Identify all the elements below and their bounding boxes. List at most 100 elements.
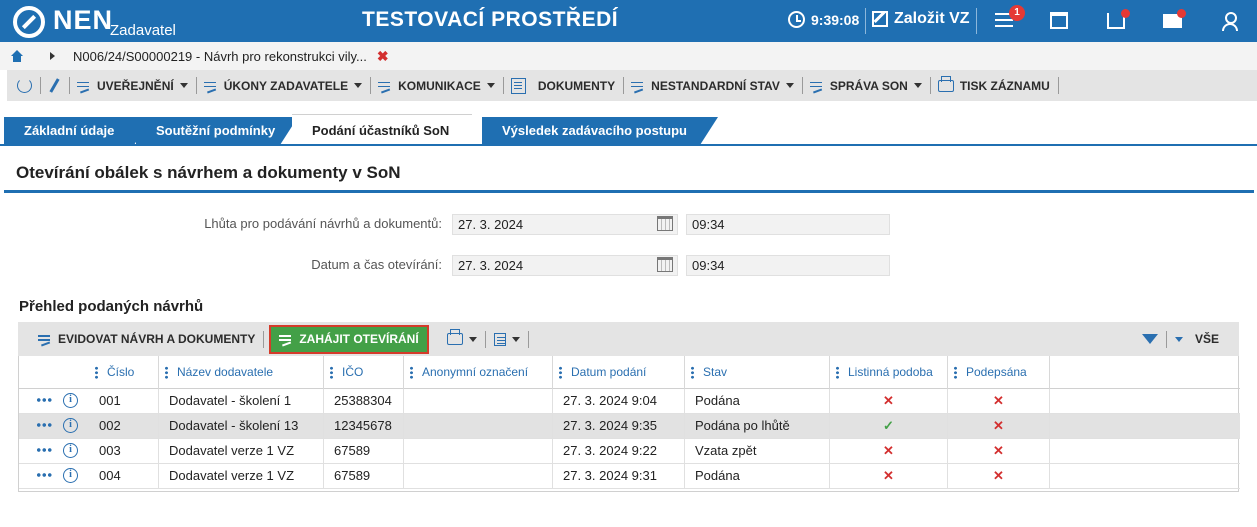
table-row[interactable]: i 001 Dodavatel - školení 1 25388304 27.…: [19, 389, 1240, 414]
info-icon[interactable]: i: [63, 418, 78, 433]
column-label: Stav: [703, 365, 728, 379]
cross-icon: ✕: [830, 464, 948, 488]
refresh-button[interactable]: [7, 70, 40, 101]
list-icon: [809, 80, 824, 92]
opening-label: Datum a čas otevírání:: [311, 257, 442, 272]
opening-date-field[interactable]: 27. 3. 2024: [452, 255, 678, 276]
tab-zakladni-udaje[interactable]: Základní údaje: [4, 117, 152, 145]
menu-tisk-zaznamu[interactable]: TISK ZÁZNAMU: [929, 70, 1058, 101]
table-row[interactable]: i 004 Dodavatel verze 1 VZ 67589 27. 3. …: [19, 464, 1240, 489]
table-row[interactable]: i 002 Dodavatel - školení 13 12345678 27…: [19, 414, 1240, 439]
column-menu-icon[interactable]: [410, 366, 413, 379]
cell-ico: 67589: [324, 464, 404, 488]
column-menu-icon[interactable]: [165, 366, 168, 379]
more-options-icon[interactable]: [36, 447, 52, 453]
column-header-cislo[interactable]: Číslo: [89, 356, 159, 389]
record-submission-button[interactable]: EVIDOVAT NÁVRH A DOKUMENTY: [18, 322, 263, 356]
mail-alert-dot: [1177, 9, 1186, 18]
column-menu-icon[interactable]: [954, 366, 957, 379]
print-menu-button[interactable]: [439, 322, 485, 356]
menu-nestandardni-stav[interactable]: NESTANDARDNÍ STAV: [623, 70, 802, 101]
submissions-title: Přehled podaných návrhů: [19, 298, 204, 315]
column-menu-icon[interactable]: [95, 366, 98, 379]
home-icon[interactable]: [11, 50, 23, 62]
inbox-alert-dot: [1121, 9, 1130, 18]
logo-text[interactable]: NEN: [53, 5, 113, 36]
column-header-nazev[interactable]: Název dodavatele: [159, 356, 324, 389]
start-opening-button[interactable]: ZAHÁJIT OTEVÍRÁNÍ: [269, 324, 429, 354]
breadcrumb: N006/24/S00000219 - Návrh pro rekonstruk…: [0, 42, 1257, 70]
view-selector[interactable]: VŠE: [1167, 322, 1239, 356]
cell-nazev: Dodavatel verze 1 VZ: [159, 464, 324, 488]
column-header-podepsana[interactable]: Podepsána: [948, 356, 1050, 389]
more-options-icon[interactable]: [36, 397, 52, 403]
column-header-stav[interactable]: Stav: [685, 356, 830, 389]
calendar-picker-icon[interactable]: [657, 216, 673, 231]
table-row[interactable]: i 003 Dodavatel verze 1 VZ 67589 27. 3. …: [19, 439, 1240, 464]
cell-stav: Vzata zpět: [685, 439, 830, 463]
calendar-icon: [1050, 12, 1068, 29]
info-icon[interactable]: i: [63, 393, 78, 408]
edit-button[interactable]: [40, 70, 69, 101]
menu-ukony-zadavatele[interactable]: ÚKONY ZADAVATELE: [195, 70, 370, 101]
calendar-button[interactable]: [1050, 12, 1072, 34]
view-label: VŠE: [1194, 332, 1219, 346]
cell-stav: Podána po lhůtě: [685, 414, 830, 438]
column-header-listinna[interactable]: Listinná podoba: [830, 356, 948, 389]
list-icon: [279, 333, 293, 345]
info-icon[interactable]: i: [63, 468, 78, 483]
breadcrumb-arrow-icon: [50, 52, 55, 60]
cell-anon: [404, 389, 553, 413]
column-menu-icon[interactable]: [691, 366, 694, 379]
create-contract-button[interactable]: Založit VZ: [872, 10, 970, 28]
cell-ico: 67589: [324, 439, 404, 463]
calendar-picker-icon[interactable]: [657, 257, 673, 272]
chevron-down-icon: [913, 83, 922, 88]
check-icon: ✓: [830, 414, 948, 438]
column-menu-icon[interactable]: [836, 366, 839, 379]
column-header-anon[interactable]: Anonymní označení: [404, 356, 553, 389]
cell-nazev: Dodavatel - školení 13: [159, 414, 324, 438]
create-contract-label: Založit VZ: [894, 10, 970, 27]
column-menu-icon[interactable]: [330, 366, 333, 379]
menu-label: DOKUMENTY: [537, 78, 616, 93]
column-label: Anonymní označení: [422, 365, 529, 379]
menu-komunikace[interactable]: KOMUNIKACE: [370, 70, 503, 101]
menu-label: UVEŘEJNĚNÍ: [97, 78, 174, 93]
document-icon: [510, 77, 526, 94]
breadcrumb-item[interactable]: N006/24/S00000219 - Návrh pro rekonstruk…: [73, 49, 367, 64]
export-menu-button[interactable]: [486, 322, 528, 356]
chevron-down-icon: [511, 336, 520, 342]
info-icon[interactable]: i: [63, 443, 78, 458]
nen-logo-icon[interactable]: [13, 6, 45, 38]
divider: [865, 8, 866, 34]
user-button[interactable]: [1220, 11, 1242, 33]
print-icon: [446, 329, 463, 345]
tab-vysledek[interactable]: Výsledek zadávacího postupu: [482, 117, 718, 145]
tab-podani-ucastniku[interactable]: Podání účastníků SoN: [292, 114, 490, 146]
menu-uverejneni[interactable]: UVEŘEJNĚNÍ: [69, 70, 196, 101]
more-options-icon[interactable]: [36, 422, 52, 428]
menu-label: KOMUNIKACE: [398, 78, 481, 93]
filter-button[interactable]: [1134, 322, 1166, 356]
cell-nazev: Dodavatel - školení 1: [159, 389, 324, 413]
tab-soutezni-podminky[interactable]: Soutěžní podmínky: [136, 117, 298, 145]
tab-label: Soutěžní podmínky: [156, 123, 276, 138]
opening-time-field[interactable]: 09:34: [686, 255, 890, 276]
column-menu-icon[interactable]: [559, 366, 562, 379]
more-options-icon[interactable]: [36, 472, 52, 478]
menu-sprava-son[interactable]: SPRÁVA SON: [801, 70, 930, 101]
session-time: 9:39:08: [811, 11, 860, 28]
column-header-ico[interactable]: IČO: [324, 356, 404, 389]
menu-dokumenty[interactable]: DOKUMENTY: [502, 70, 623, 101]
deadline-time-field[interactable]: 09:34: [686, 214, 890, 235]
close-breadcrumb-icon[interactable]: ✖: [377, 48, 389, 65]
column-label: Název dodavatele: [177, 365, 274, 379]
deadline-date-field[interactable]: 27. 3. 2024: [452, 214, 678, 235]
toolbar-end-divider: [1057, 70, 1074, 101]
cell-anon: [404, 439, 553, 463]
column-label: Datum podání: [571, 365, 647, 379]
column-header-datum[interactable]: Datum podání: [553, 356, 685, 389]
cross-icon: ✕: [948, 439, 1050, 463]
cell-nazev: Dodavatel verze 1 VZ: [159, 439, 324, 463]
